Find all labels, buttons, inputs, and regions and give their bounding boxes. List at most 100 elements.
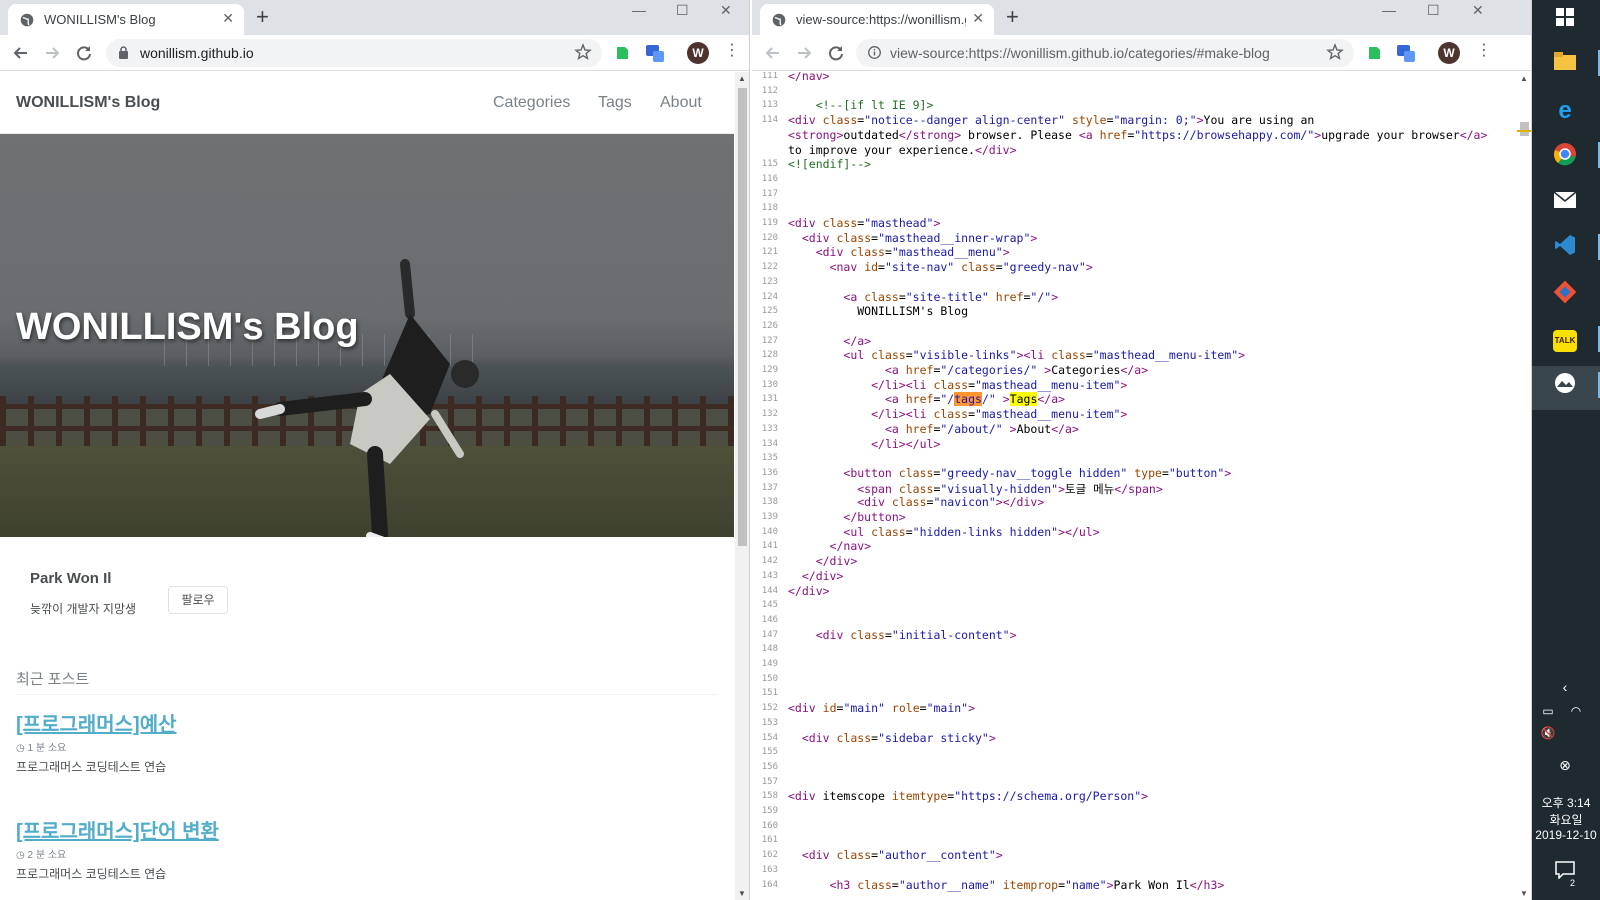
scroll-down-arrow-icon[interactable]: ▼ <box>738 889 746 898</box>
source-code-text: <ul class="hidden-links hidden"></ul> <box>843 524 1100 539</box>
nav-about[interactable]: About <box>660 94 702 112</box>
line-number: 132 <box>761 409 778 420</box>
minimize-icon[interactable]: — <box>632 2 646 18</box>
url-text: view-source:https://wonillism.github.io/… <box>890 45 1270 61</box>
reload-icon[interactable] <box>826 43 846 63</box>
translate-extension-icon[interactable] <box>1396 43 1416 63</box>
info-icon[interactable] <box>868 46 881 59</box>
line-number: 125 <box>761 306 778 317</box>
masthead: WONILLISM's Blog Categories Tags About <box>0 72 734 134</box>
source-code-text: <h3 class="author__name" itemprop="name"… <box>829 877 1225 892</box>
forward-arrow-icon[interactable] <box>42 43 62 63</box>
evernote-icon[interactable] <box>1364 43 1384 63</box>
internet-explorer-icon[interactable]: e <box>1550 96 1580 126</box>
close-window-icon[interactable]: ✕ <box>720 2 732 19</box>
clock-time[interactable]: 오후 3:14 <box>1532 794 1600 811</box>
post-title-1[interactable]: [프로그래머스]예산 <box>16 708 177 737</box>
source-viewport: 111 </nav> 112 113 <!--[if lt IE 9]> 114 <div… <box>752 72 1531 900</box>
line-number: 148 <box>761 644 778 655</box>
reload-icon[interactable] <box>74 43 94 63</box>
evernote-icon[interactable] <box>612 43 632 63</box>
profile-avatar[interactable]: W <box>1438 42 1460 64</box>
scroll-up-arrow-icon[interactable]: ▲ <box>1520 74 1528 83</box>
profile-avatar[interactable]: W <box>687 42 709 64</box>
source-code-text: <![endif]--> <box>788 157 872 172</box>
notification-center-icon[interactable]: 2 <box>1550 858 1580 888</box>
hero-title: WONILLISM's Blog <box>16 306 359 348</box>
line-number: 140 <box>761 526 778 537</box>
line-number: 138 <box>761 497 778 508</box>
source-code-text: </nav> <box>788 72 830 83</box>
author-bio: 늦깎이 개발자 지망생 <box>30 602 137 616</box>
address-bar[interactable]: view-source:https://wonillism.github.io/… <box>856 39 1354 67</box>
source-code-text: <div itemscope itemtype="https://schema.… <box>788 789 1149 804</box>
vertical-scrollbar[interactable]: ▲ ▼ <box>735 72 749 900</box>
follow-button[interactable]: 팔로우 <box>168 586 228 614</box>
close-tab-icon[interactable]: ✕ <box>222 10 234 27</box>
chrome-icon[interactable] <box>1550 142 1580 172</box>
scrollbar-thumb[interactable] <box>1520 122 1529 136</box>
lock-icon <box>119 46 128 59</box>
tab-blog[interactable]: WONILLISM's Blog ✕ <box>8 4 244 35</box>
back-arrow-icon[interactable] <box>11 43 31 63</box>
close-tab-icon[interactable]: ✕ <box>972 10 984 27</box>
bookmark-star-icon[interactable] <box>1326 43 1344 61</box>
clock-date[interactable]: 2019-12-10 <box>1532 828 1600 842</box>
line-number: 145 <box>761 600 778 611</box>
left-browser-window: WONILLISM's Blog ✕ + — ☐ ✕ wonillism.git… <box>0 0 750 900</box>
wifi-icon[interactable]: ◠ <box>1566 696 1586 726</box>
source-code-text: <div class="author__content"> <box>801 848 1003 863</box>
close-window-icon[interactable]: ✕ <box>1472 2 1484 19</box>
line-number: 134 <box>761 438 778 449</box>
new-tab-icon[interactable]: + <box>256 6 269 28</box>
tab-title: view-source:https://wonillism.github.io <box>796 12 966 27</box>
maximize-icon[interactable]: ☐ <box>1427 2 1440 19</box>
tab-title: WONILLISM's Blog <box>44 12 156 27</box>
photo-app-icon[interactable] <box>1550 372 1580 402</box>
menu-kebab-icon[interactable]: ⋮ <box>724 41 740 61</box>
reading-time: 2 분 소요 <box>27 850 67 861</box>
mute-speaker-icon[interactable]: 🔇 <box>1538 718 1558 748</box>
scroll-up-arrow-icon[interactable]: ▲ <box>738 74 746 83</box>
minimize-icon[interactable]: — <box>1382 2 1396 18</box>
line-number: 143 <box>761 570 778 581</box>
close-circle-icon[interactable]: ⊗ <box>1550 750 1580 780</box>
line-number: 161 <box>761 835 778 846</box>
new-tab-icon[interactable]: + <box>1006 6 1019 28</box>
back-arrow-icon[interactable] <box>763 43 783 63</box>
site-title[interactable]: WONILLISM's Blog <box>16 94 160 112</box>
translate-extension-icon[interactable] <box>645 43 665 63</box>
clock-day[interactable]: 화요일 <box>1532 811 1600 828</box>
line-number: 113 <box>761 100 778 111</box>
vscode-icon[interactable] <box>1550 234 1580 264</box>
scroll-down-arrow-icon[interactable]: ▼ <box>1520 889 1528 898</box>
line-number: 117 <box>761 188 778 199</box>
tab-strip: WONILLISM's Blog ✕ + — ☐ ✕ <box>0 0 749 35</box>
line-number: 119 <box>761 218 778 228</box>
line-number: 120 <box>761 232 778 243</box>
line-number: 163 <box>761 864 778 875</box>
bookmark-star-icon[interactable] <box>574 43 592 61</box>
address-bar[interactable]: wonillism.github.io <box>106 39 602 67</box>
vertical-scrollbar[interactable]: ▲ ▼ <box>1517 72 1531 900</box>
file-explorer-icon[interactable] <box>1550 50 1580 80</box>
line-number: 129 <box>761 365 778 375</box>
source-code-text: WONILLISM's Blog <box>788 304 969 319</box>
source-code-text: </div> <box>788 583 830 598</box>
kakaotalk-icon[interactable]: TALK <box>1550 326 1580 356</box>
toolbar: view-source:https://wonillism.github.io/… <box>752 35 1531 71</box>
line-number: 116 <box>761 173 778 184</box>
notification-count: 2 <box>1570 878 1576 888</box>
nav-categories[interactable]: Categories <box>493 94 570 112</box>
menu-kebab-icon[interactable]: ⋮ <box>1476 41 1492 61</box>
post-title-2[interactable]: [프로그래머스]단어 변환 <box>16 815 219 844</box>
git-client-icon[interactable] <box>1550 280 1580 310</box>
scrollbar-thumb[interactable] <box>738 88 747 546</box>
hero-image: WONILLISM's Blog <box>0 134 734 537</box>
windows-start-icon[interactable] <box>1550 5 1580 35</box>
mail-icon[interactable] <box>1550 188 1580 218</box>
nav-tags[interactable]: Tags <box>598 94 632 112</box>
maximize-icon[interactable]: ☐ <box>676 2 689 19</box>
forward-arrow-icon[interactable] <box>794 43 814 63</box>
tab-view-source[interactable]: view-source:https://wonillism.github.io … <box>760 4 994 35</box>
